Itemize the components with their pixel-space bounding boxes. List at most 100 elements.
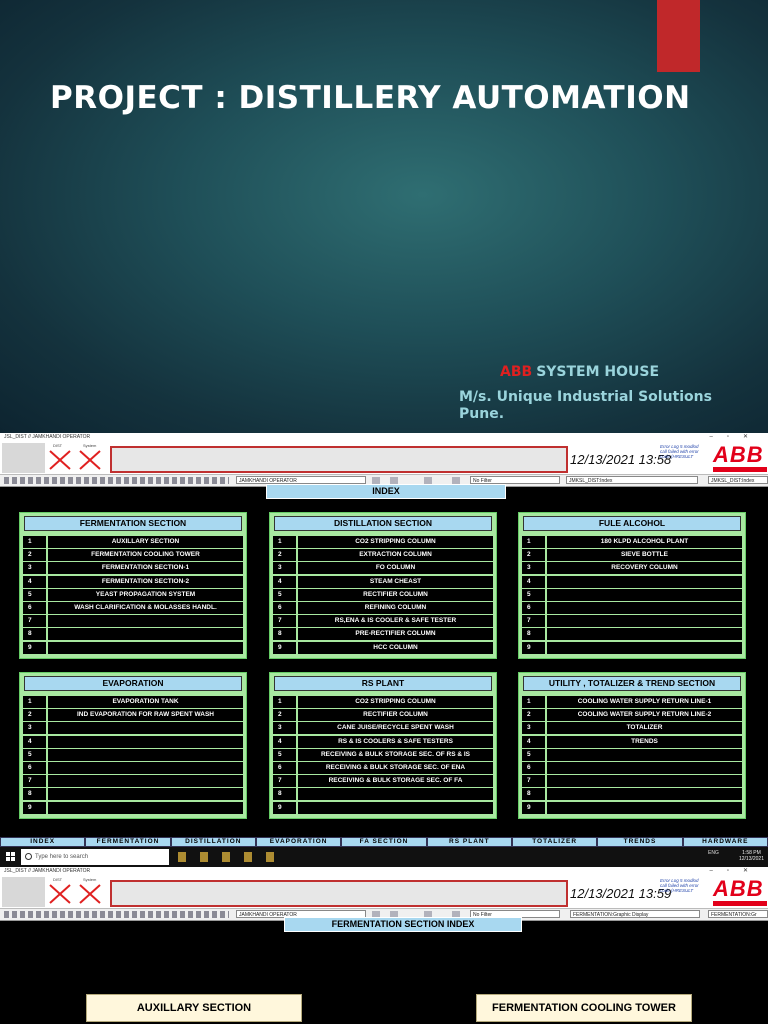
row-label[interactable]: SIEVE BOTTLE xyxy=(547,549,742,562)
dist-alarm-button[interactable]: DIST xyxy=(47,443,73,473)
row-label[interactable]: HCC COLUMN xyxy=(298,641,493,654)
index-row[interactable]: 5 YEAST PROPAGATION SYSTEM xyxy=(23,588,243,601)
index-row[interactable]: 8 xyxy=(522,788,742,801)
toolbar-icon[interactable] xyxy=(372,477,380,484)
index-row[interactable]: 5 xyxy=(522,748,742,761)
display-combo[interactable]: JMKSL_DIST:Index xyxy=(566,476,698,484)
row-label[interactable] xyxy=(298,788,493,801)
fermentation-cooling-tower-button[interactable]: FERMENTATION COOLING TOWER xyxy=(476,994,692,1022)
index-row[interactable]: 1 CO2 STRIPPING COLUMN xyxy=(273,696,493,708)
index-row[interactable]: 4 TRENDS xyxy=(522,735,742,748)
filter-combo[interactable]: No Filter xyxy=(470,476,560,484)
index-row[interactable]: 7 xyxy=(23,615,243,628)
index-row[interactable]: 2 RECTIFIER COLUMN xyxy=(273,709,493,722)
nav-button[interactable]: TOTALIZER xyxy=(511,837,598,847)
row-label[interactable] xyxy=(48,788,243,801)
nav-button[interactable]: HARDWARE xyxy=(682,837,768,847)
alarm-ack-area[interactable] xyxy=(2,443,45,473)
row-label[interactable]: EXTRACTION COLUMN xyxy=(298,549,493,562)
row-label[interactable] xyxy=(48,735,243,748)
index-row[interactable]: 3 CANE JUISE/RECYCLE SPENT WASH xyxy=(273,722,493,735)
taskbar-clock[interactable]: 1:58 PM 12/13/2021 xyxy=(739,850,764,862)
index-row[interactable]: 1 EVAPORATION TANK xyxy=(23,696,243,708)
dist-alarm-button[interactable]: DIST xyxy=(47,877,73,907)
index-row[interactable]: 9 HCC COLUMN xyxy=(273,641,493,654)
row-label[interactable]: YEAST PROPAGATION SYSTEM xyxy=(48,588,243,601)
index-row[interactable]: 1 CO2 STRIPPING COLUMN xyxy=(273,536,493,548)
index-row[interactable]: 8 PRE-RECTIFIER COLUMN xyxy=(273,628,493,641)
index-row[interactable]: 9 xyxy=(23,801,243,814)
row-label[interactable] xyxy=(48,722,243,735)
index-row[interactable]: 2 SIEVE BOTTLE xyxy=(522,549,742,562)
row-label[interactable] xyxy=(547,801,742,814)
index-row[interactable]: 1 COOLING WATER SUPPLY RETURN LINE-1 xyxy=(522,696,742,708)
index-row[interactable]: 6 xyxy=(522,601,742,614)
row-label[interactable]: 180 KLPD ALCOHOL PLANT xyxy=(547,536,742,548)
row-label[interactable] xyxy=(547,788,742,801)
row-label[interactable]: RECTIFIER COLUMN xyxy=(298,588,493,601)
row-label[interactable] xyxy=(547,575,742,588)
index-row[interactable]: 9 xyxy=(522,801,742,814)
index-row[interactable]: 7 xyxy=(522,615,742,628)
index-row[interactable]: 5 RECEIVING & BULK STORAGE SEC. OF RS & I… xyxy=(273,748,493,761)
index-row[interactable]: 2 COOLING WATER SUPPLY RETURN LINE-2 xyxy=(522,709,742,722)
row-label[interactable]: AUXILLARY SECTION xyxy=(48,536,243,548)
index-row[interactable]: 8 xyxy=(522,628,742,641)
row-label[interactable] xyxy=(547,641,742,654)
nav-button[interactable]: DISTILLATION xyxy=(170,837,256,847)
row-label[interactable] xyxy=(48,641,243,654)
row-label[interactable] xyxy=(48,628,243,641)
index-row[interactable]: 4 RS & IS COOLERS & SAFE TESTERS xyxy=(273,735,493,748)
toolbar-icon[interactable] xyxy=(390,477,398,484)
index-row[interactable]: 4 STEAM CHEAST xyxy=(273,575,493,588)
row-label[interactable]: CO2 STRIPPING COLUMN xyxy=(298,696,493,708)
toolbar-icons[interactable] xyxy=(4,477,229,484)
display-combo[interactable]: FERMENTATION:Graphic Display xyxy=(570,910,700,918)
index-row[interactable]: 2 IND EVAPORATION FOR RAW SPENT WASH xyxy=(23,709,243,722)
row-label[interactable] xyxy=(547,615,742,628)
system-alarm-button[interactable]: System xyxy=(77,877,103,907)
row-label[interactable] xyxy=(48,748,243,761)
index-row[interactable]: 7 RS,ENA & IS COOLER & SAFE TESTER xyxy=(273,615,493,628)
taskbar-search[interactable]: Type here to search xyxy=(21,849,169,865)
window-controls[interactable]: –▫✕ xyxy=(710,433,763,442)
row-label[interactable] xyxy=(547,601,742,614)
windows-start-icon[interactable] xyxy=(6,852,15,861)
alarm-text-field[interactable] xyxy=(110,446,568,473)
nav-button[interactable]: INDEX xyxy=(0,837,86,847)
taskbar-app-icons[interactable] xyxy=(178,852,278,862)
display-combo-2[interactable]: JMKSL_DIST:Index xyxy=(708,476,768,484)
row-label[interactable]: TRENDS xyxy=(547,735,742,748)
row-label[interactable]: RECOVERY COLUMN xyxy=(547,562,742,575)
index-row[interactable]: 9 xyxy=(273,801,493,814)
nav-button[interactable]: RS PLANT xyxy=(426,837,512,847)
row-label[interactable] xyxy=(547,748,742,761)
row-label[interactable] xyxy=(547,761,742,774)
row-label[interactable]: CO2 STRIPPING COLUMN xyxy=(298,536,493,548)
nav-button[interactable]: FA SECTION xyxy=(341,837,427,847)
index-row[interactable]: 4 xyxy=(23,735,243,748)
index-row[interactable]: 7 RECEIVING & BULK STORAGE SEC. OF FA xyxy=(273,775,493,788)
index-row[interactable]: 3 RECOVERY COLUMN xyxy=(522,562,742,575)
filter-icon[interactable] xyxy=(452,477,460,484)
row-label[interactable]: RECEIVING & BULK STORAGE SEC. OF ENA xyxy=(298,761,493,774)
index-row[interactable]: 3 FERMENTATION SECTION-1 xyxy=(23,562,243,575)
index-row[interactable]: 2 EXTRACTION COLUMN xyxy=(273,549,493,562)
index-row[interactable]: 5 xyxy=(522,588,742,601)
toolbar-icon[interactable] xyxy=(424,477,432,484)
system-alarm-button[interactable]: System xyxy=(77,443,103,473)
row-label[interactable] xyxy=(48,801,243,814)
index-row[interactable]: 4 FERMENTATION SECTION-2 xyxy=(23,575,243,588)
system-tray[interactable]: ENG xyxy=(650,850,730,862)
index-row[interactable]: 4 xyxy=(522,575,742,588)
row-label[interactable]: PRE-RECTIFIER COLUMN xyxy=(298,628,493,641)
row-label[interactable] xyxy=(48,761,243,774)
index-row[interactable]: 3 TOTALIZER xyxy=(522,722,742,735)
row-label[interactable]: FO COLUMN xyxy=(298,562,493,575)
row-label[interactable]: CANE JUISE/RECYCLE SPENT WASH xyxy=(298,722,493,735)
index-row[interactable]: 9 xyxy=(522,641,742,654)
index-row[interactable]: 7 xyxy=(23,775,243,788)
index-row[interactable]: 3 xyxy=(23,722,243,735)
row-label[interactable]: RS & IS COOLERS & SAFE TESTERS xyxy=(298,735,493,748)
index-row[interactable]: 8 xyxy=(23,628,243,641)
